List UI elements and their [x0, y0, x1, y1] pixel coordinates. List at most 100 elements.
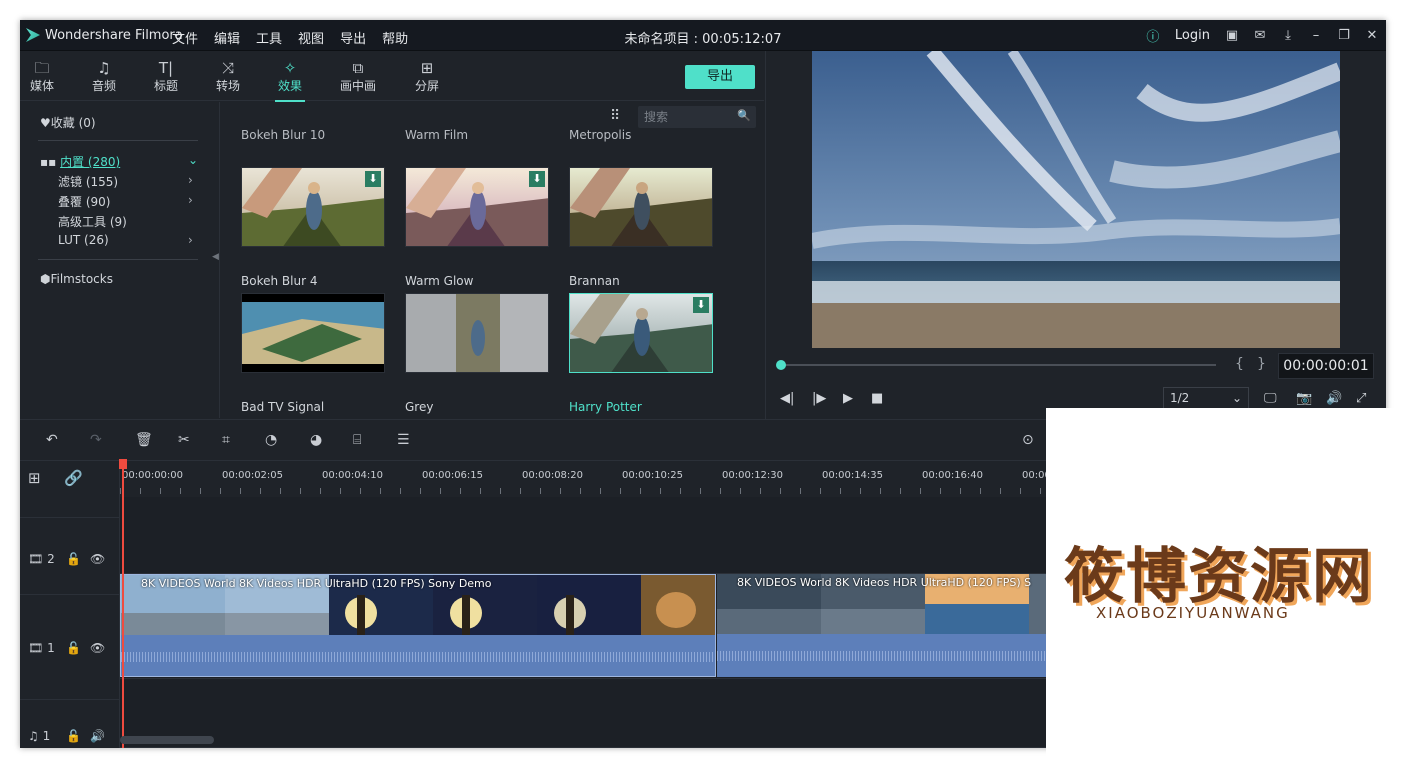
close-icon[interactable]: ✕ — [1358, 28, 1386, 43]
tab-split-screen-label: 分屏 — [414, 79, 439, 93]
grid-view-icon[interactable]: ⠿ — [610, 108, 620, 124]
track-headers: ⊞ 🔗 🎞 2 🔓 👁 🎞 1 🔓 👁 ♫ 1 🔓 🔊 — [20, 461, 120, 748]
lut-item[interactable]: LUT (26) — [58, 233, 109, 247]
mark-in-icon[interactable]: { — [1235, 356, 1244, 372]
effect-thumbnail-bokeh-blur-4[interactable]: ⬇ — [241, 167, 385, 247]
tab-effects-label: 效果 — [277, 79, 302, 93]
delete-icon[interactable]: 🗑 — [135, 432, 153, 448]
tab-audio[interactable]: ♫ 音频 — [79, 59, 129, 94]
effect-thumbnail-harry-potter[interactable]: ⬇ — [569, 293, 713, 373]
stop-icon[interactable]: ■ — [871, 391, 883, 406]
play-frame-icon[interactable]: |▶ — [812, 391, 826, 406]
timeline-scrollbar[interactable] — [120, 736, 214, 744]
color-icon[interactable]: ◕ — [310, 432, 322, 448]
playback-quality-select[interactable]: 1/2 ⌄ — [1163, 387, 1249, 409]
advanced-tools-item[interactable]: 高级工具 (9) — [58, 213, 127, 230]
chevron-down-icon[interactable]: ⌄ — [188, 153, 198, 167]
download-icon[interactable]: ⤓ — [1274, 28, 1302, 43]
lock-icon[interactable]: 🔓 — [66, 641, 81, 655]
audio-track-1-label: ♫ 1 — [28, 729, 51, 743]
ruler-label: 00:00:04:10 — [322, 470, 384, 481]
crop-icon[interactable]: ⌗ — [222, 432, 230, 448]
title-bar: Wondershare Filmora 文件 编辑 工具 视图 导出 帮助 未命… — [20, 20, 1386, 51]
seek-bar[interactable] — [776, 360, 1216, 370]
effect-label-partial: Bokeh Blur 10 — [241, 128, 326, 142]
effect-thumbnail-warm-glow[interactable]: ⬇ — [405, 167, 549, 247]
favorites-item[interactable]: ♥收藏 (0) — [40, 114, 96, 131]
lock-icon[interactable]: 🔓 — [66, 552, 81, 566]
speed-icon[interactable]: ◔ — [265, 432, 277, 448]
tab-media[interactable]: 🗀 媒体 — [20, 59, 67, 94]
save-icon[interactable]: ▣ — [1218, 28, 1246, 43]
collapse-panel-icon[interactable]: ◀ — [212, 252, 219, 262]
effects-category-panel: ♥收藏 (0) ▪▪ 内置 (280) ⌄ 滤镜 (155) › 叠覆 (90)… — [20, 102, 220, 418]
tab-titles[interactable]: T| 标题 — [141, 59, 191, 94]
snapshot-icon[interactable]: 📷 — [1296, 391, 1312, 406]
tab-effects[interactable]: ✧ 效果 — [265, 59, 315, 102]
add-track-icon[interactable]: ⊞ — [28, 469, 41, 487]
tab-pip[interactable]: ⧉ 画中画 — [333, 59, 383, 94]
fullscreen-icon[interactable]: ⤢ — [1356, 391, 1366, 406]
download-icon[interactable]: ⬇ — [529, 171, 545, 187]
overlays-item[interactable]: 叠覆 (90) — [58, 193, 110, 210]
grid-icon: ▪▪ — [40, 155, 61, 169]
ruler-label: 00:00:08:20 — [522, 470, 584, 481]
watermark-text: 筱博资源网 — [1064, 542, 1374, 612]
seek-handle[interactable] — [776, 360, 786, 370]
restore-icon[interactable]: ❐ — [1330, 28, 1358, 43]
render-preview-icon[interactable]: ⊙ — [1022, 432, 1034, 448]
play-icon[interactable]: ▶ — [843, 391, 853, 406]
eye-icon[interactable]: 👁 — [90, 552, 105, 566]
effect-label-partial: Metropolis — [569, 128, 632, 142]
volume-icon[interactable]: 🔊 — [1326, 391, 1342, 406]
track-number: 1 — [42, 729, 51, 743]
chevron-right-icon[interactable]: › — [188, 233, 193, 247]
search-icon[interactable]: 🔍 — [737, 109, 751, 122]
tab-transitions-label: 转场 — [215, 79, 240, 93]
tab-transitions[interactable]: ⤨ 转场 — [203, 59, 253, 94]
display-settings-icon[interactable]: 🖵 — [1264, 391, 1277, 406]
prev-frame-icon[interactable]: ◀| — [780, 391, 794, 406]
transition-icon: ⤨ — [221, 59, 234, 77]
effect-thumbnail-brannan[interactable] — [569, 167, 713, 247]
effect-label: Bad TV Signal — [241, 400, 325, 414]
preview-video — [812, 51, 1340, 348]
info-icon[interactable]: ⓘ — [1139, 26, 1167, 45]
audio-waveform — [121, 652, 715, 662]
vineyard-image — [242, 168, 384, 246]
mail-icon[interactable]: ✉ — [1246, 28, 1274, 43]
green-screen-icon[interactable]: ⌸ — [353, 432, 361, 448]
download-icon[interactable]: ⬇ — [693, 297, 709, 313]
effect-label-partial: Warm Film — [405, 128, 469, 142]
export-button[interactable]: 导出 — [685, 65, 755, 89]
redo-icon[interactable]: ↷ — [90, 432, 102, 448]
builtin-item[interactable]: ▪▪ 内置 (280) — [40, 153, 120, 170]
playhead-marker[interactable] — [119, 459, 127, 469]
search-box: 🔍 — [638, 106, 756, 128]
cut-icon[interactable]: ✂ — [178, 432, 190, 448]
login-button[interactable]: Login — [1175, 28, 1210, 43]
mark-out-icon[interactable]: } — [1257, 356, 1266, 372]
chevron-down-icon: ⌄ — [1231, 391, 1242, 405]
playhead-line[interactable] — [122, 461, 124, 748]
tab-split-screen[interactable]: ⊞ 分屏 — [402, 59, 452, 94]
filters-item[interactable]: 滤镜 (155) — [58, 173, 118, 190]
chevron-right-icon[interactable]: › — [188, 193, 193, 207]
vineyard-image — [570, 168, 712, 246]
effect-thumbnail-grey[interactable] — [405, 293, 549, 373]
link-icon[interactable]: 🔗 — [64, 469, 83, 487]
search-input[interactable] — [644, 109, 734, 125]
ruler-label: 00:00:06:15 — [422, 470, 484, 481]
effect-thumbnail-bad-tv-signal[interactable] — [241, 293, 385, 373]
video-clip[interactable]: 8K VIDEOS World 8K Videos HDR UltraHD (1… — [120, 574, 716, 677]
audio-adjust-icon[interactable]: ☰ — [397, 432, 410, 448]
undo-icon[interactable]: ↶ — [46, 432, 58, 448]
lock-icon[interactable]: 🔓 — [66, 729, 81, 743]
filmstocks-item[interactable]: ⬢Filmstocks — [40, 272, 113, 286]
minimize-icon[interactable]: – — [1302, 28, 1330, 43]
chevron-right-icon[interactable]: › — [188, 173, 193, 187]
speaker-icon[interactable]: 🔊 — [90, 729, 105, 743]
download-icon[interactable]: ⬇ — [365, 171, 381, 187]
pip-icon: ⧉ — [352, 59, 364, 77]
eye-icon[interactable]: 👁 — [90, 641, 105, 655]
